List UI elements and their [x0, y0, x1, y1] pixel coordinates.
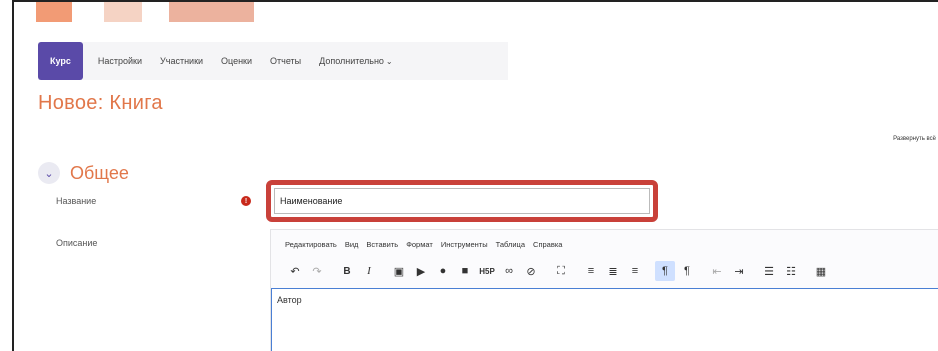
menu-help[interactable]: Справка [533, 240, 562, 249]
menu-format[interactable]: Формат [406, 240, 433, 249]
menu-tools[interactable]: Инструменты [441, 240, 488, 249]
page-title: Новое: Книга [38, 92, 163, 114]
menu-view[interactable]: Вид [345, 240, 359, 249]
editor-menubar: Редактировать Вид Вставить Формат Инстру… [285, 240, 562, 249]
tab-settings[interactable]: Настройки [89, 42, 151, 80]
bold-icon[interactable]: B [337, 261, 357, 281]
tab-more[interactable]: Дополнительно ⌄ [310, 42, 401, 80]
name-label: Название [56, 196, 97, 206]
link-icon[interactable]: ∞ [499, 261, 519, 281]
italic-icon[interactable]: I [359, 261, 379, 281]
unlink-icon[interactable]: ⊘ [521, 261, 541, 281]
image-icon[interactable]: ▣ [389, 261, 409, 281]
logo-block [104, 2, 142, 22]
menu-insert[interactable]: Вставить [366, 240, 398, 249]
description-editor: Редактировать Вид Вставить Формат Инстру… [270, 229, 938, 351]
undo-icon[interactable]: ↶ [285, 261, 305, 281]
section-title: Общее [70, 162, 129, 183]
indent-icon[interactable]: ⇥ [729, 261, 749, 281]
required-icon: ! [241, 196, 251, 206]
bullet-list-icon[interactable]: ☰ [759, 261, 779, 281]
section-general-header[interactable]: ⌄ Общее [38, 162, 129, 184]
site-logo[interactable] [14, 2, 254, 24]
redo-icon[interactable]: ↷ [307, 261, 327, 281]
align-right-icon[interactable]: ≡ [625, 261, 645, 281]
editor-content-text: Автор [277, 295, 302, 305]
name-input[interactable] [274, 188, 650, 214]
align-left-icon[interactable]: ≡ [581, 261, 601, 281]
expand-all-link[interactable]: Развернуть всё [893, 136, 936, 142]
fullscreen-icon[interactable]: ⛶ [551, 261, 571, 281]
ltr-direction-icon[interactable]: ¶ [655, 261, 675, 281]
editor-toolbar: ↶ ↷ B I ▣ ▶ ● ■ H5P ∞ ⊘ ⛶ ≡ ≣ ≡ ¶ ¶ ⇤ ⇥ … [285, 260, 833, 282]
logo-block [36, 2, 72, 22]
description-label: Описание [56, 238, 98, 248]
rtl-direction-icon[interactable]: ¶ [677, 261, 697, 281]
page-frame: Курс Настройки Участники Оценки Отчеты Д… [12, 0, 938, 351]
tab-course[interactable]: Курс [38, 42, 83, 80]
course-nav: Курс Настройки Участники Оценки Отчеты Д… [38, 42, 508, 80]
h5p-icon[interactable]: H5P [477, 261, 497, 281]
tab-more-label: Дополнительно [319, 56, 384, 66]
microphone-icon[interactable]: ● [433, 261, 453, 281]
menu-edit[interactable]: Редактировать [285, 240, 337, 249]
chevron-down-icon[interactable]: ⌄ [38, 162, 60, 184]
menu-table[interactable]: Таблица [496, 240, 525, 249]
outdent-icon[interactable]: ⇤ [707, 261, 727, 281]
chevron-down-icon: ⌄ [385, 56, 393, 66]
tab-grades[interactable]: Оценки [212, 42, 261, 80]
calculator-icon[interactable]: ▦ [811, 261, 831, 281]
media-icon[interactable]: ▶ [411, 261, 431, 281]
editor-content-area[interactable]: Автор [271, 288, 938, 351]
align-center-icon[interactable]: ≣ [603, 261, 623, 281]
numbered-list-icon[interactable]: ☷ [781, 261, 801, 281]
logo-block [169, 2, 254, 22]
tab-participants[interactable]: Участники [151, 42, 212, 80]
video-icon[interactable]: ■ [455, 261, 475, 281]
tab-reports[interactable]: Отчеты [261, 42, 310, 80]
